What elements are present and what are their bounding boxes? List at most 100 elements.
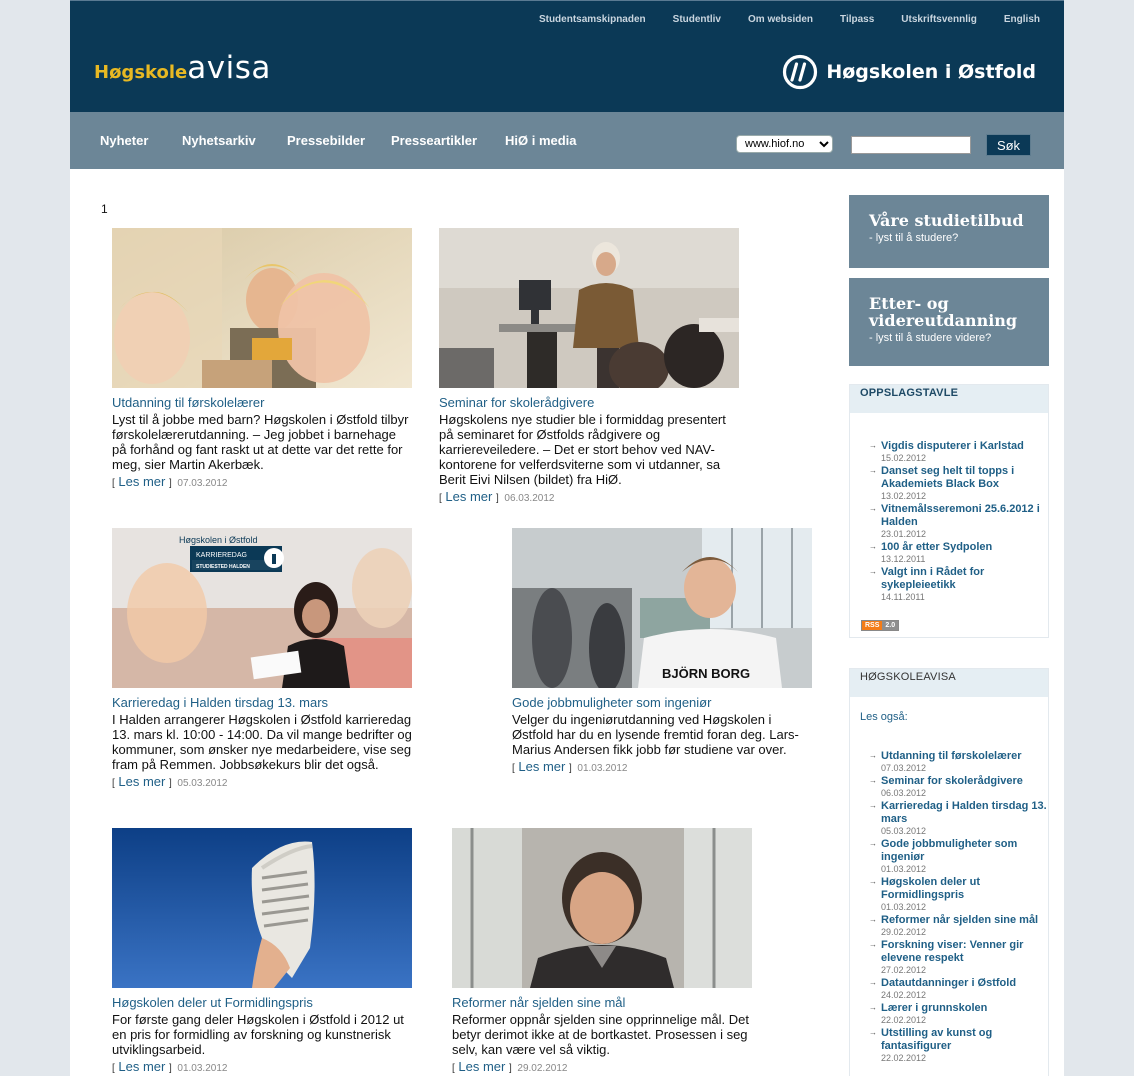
top-link-tilpass[interactable]: Tilpass	[840, 14, 874, 25]
article-description: Reformer oppnår sjelden sine opprinnelig…	[452, 1012, 749, 1057]
list-item-link[interactable]: Gode jobbmuligheter som ingeniør	[881, 838, 1048, 864]
list-item-link[interactable]: Lærer i grunnskolen	[881, 1002, 1048, 1015]
article-meta: [ Les mer ] 06.03.2012	[439, 489, 555, 504]
list-item: → Vitnemålsseremoni 25.6.2012 i Halden 23.…	[850, 503, 1048, 540]
nav-item-nyheter[interactable]: Nyheter	[100, 133, 148, 148]
article-photo[interactable]	[452, 828, 752, 988]
institution-logo[interactable]: Høgskolen i Østfold	[782, 54, 1036, 90]
list-item-link[interactable]: Karrieredag i Halden tirsdag 13. mars	[881, 800, 1048, 826]
article-description: I Halden arrangerer Høgskolen i Østfold …	[112, 712, 412, 772]
site-header: Høgskoleavisa Høgskolen i Østfold	[70, 30, 1064, 112]
list-item-link[interactable]: Utstilling av kunst og fantasifigurer	[881, 1027, 1048, 1053]
article-card: Høgskolen i Østfold KARRIEREDAG STUDIEST…	[112, 528, 412, 789]
read-more-link[interactable]: Les mer	[458, 1059, 505, 1074]
arrow-icon: →	[869, 1028, 877, 1037]
list-item-date: 23.01.2012	[881, 529, 927, 539]
read-more-link[interactable]: Les mer	[518, 759, 565, 774]
list-item-link[interactable]: Danset seg helt til topps i Akademiets B…	[881, 465, 1048, 491]
nav-item-hio-i-media[interactable]: HiØ i media	[505, 133, 577, 148]
article-description: Høgskolens nye studier ble i formiddag p…	[439, 412, 726, 487]
search-input[interactable]	[851, 136, 971, 154]
read-more-link[interactable]: Les mer	[118, 774, 165, 789]
oppslagstavle-heading: OPPSLAGSTAVLE	[850, 385, 1048, 413]
article-photo[interactable]	[112, 228, 412, 388]
list-item-link[interactable]: Datautdanninger i Østfold	[881, 977, 1048, 990]
list-item-date: 01.03.2012	[881, 864, 927, 874]
top-link-studentsamskipnaden[interactable]: Studentsamskipnaden	[539, 14, 646, 25]
karrieredag-sign-sub: STUDIESTED HALDEN	[196, 564, 250, 570]
article-card: Reformer når sjelden sine mål Reformer o…	[452, 828, 752, 1074]
article-date: 05.03.2012	[177, 778, 228, 789]
article-meta: [ Les mer ] 07.03.2012	[112, 474, 228, 489]
hogskoleavisa-logo[interactable]: Høgskoleavisa	[94, 50, 271, 86]
list-item-link[interactable]: Vigdis disputerer i Karlstad	[881, 440, 1048, 453]
article-title-link[interactable]: Reformer når sjelden sine mål	[452, 995, 752, 1010]
read-more-link[interactable]: Les mer	[118, 1059, 165, 1074]
page-number[interactable]: 1	[101, 202, 108, 216]
article-title-link[interactable]: Gode jobbmuligheter som ingeniør	[512, 695, 812, 710]
rss-feed-badge[interactable]: RSS 2.0	[861, 620, 900, 631]
list-item: → Karrieredag i Halden tirsdag 13. mars 05…	[850, 800, 1048, 837]
list-item-date: 14.11.2011	[881, 592, 925, 602]
article-photo[interactable]: Høgskolen i Østfold KARRIEREDAG STUDIEST…	[112, 528, 412, 688]
list-item-link[interactable]: Høgskolen deler ut Formidlingspris	[881, 876, 1048, 902]
arrow-icon: →	[869, 940, 877, 949]
list-item: → Lærer i grunnskolen 22.02.2012	[850, 1002, 1048, 1026]
list-item-link[interactable]: Seminar for skolerådgivere	[881, 775, 1048, 788]
list-item-link[interactable]: Reformer når sjelden sine mål	[881, 914, 1048, 927]
list-item-date: 27.02.2012	[881, 965, 927, 975]
promo-studietilbud[interactable]: Våre studietilbud - lyst til å studere?	[849, 195, 1049, 268]
list-item-link[interactable]: Vitnemålsseremoni 25.6.2012 i Halden	[881, 503, 1048, 529]
list-item-link[interactable]: Utdanning til førskolelærer	[881, 750, 1048, 763]
article-title-link[interactable]: Utdanning til førskolelærer	[112, 395, 412, 410]
list-item: → Forskning viser: Venner gir elevene res…	[850, 939, 1048, 976]
logo-suffix: avisa	[187, 50, 271, 86]
article-description: Velger du ingeniørutdanning ved Høgskole…	[512, 712, 799, 757]
main-nav: Nyheter Nyhetsarkiv Pressebilder Pressea…	[70, 112, 1064, 169]
arrow-icon: →	[869, 776, 877, 785]
article-card: Utdanning til førskolelærer Lyst til å j…	[112, 228, 412, 489]
article-title-link[interactable]: Høgskolen deler ut Formidlingspris	[112, 995, 412, 1010]
nav-item-presseartikler[interactable]: Presseartikler	[391, 133, 477, 148]
list-item-link[interactable]: Forskning viser: Venner gir elevene resp…	[881, 939, 1048, 965]
children-photo-image	[112, 228, 412, 388]
article-title-link[interactable]: Seminar for skolerådgivere	[439, 395, 739, 410]
list-item: → Danset seg helt til topps i Akademiets …	[850, 465, 1048, 502]
list-item: → Vigdis disputerer i Karlstad 15.02.2012	[850, 440, 1048, 464]
article-photo[interactable]	[439, 228, 739, 388]
read-more-link[interactable]: Les mer	[118, 474, 165, 489]
list-item-date: 22.02.2012	[881, 1053, 927, 1063]
list-item: → Reformer når sjelden sine mål 29.02.2012	[850, 914, 1048, 938]
article-meta: [ Les mer ] 01.03.2012	[512, 759, 628, 774]
article-date: 01.03.2012	[577, 763, 628, 774]
promo-videreutdanning[interactable]: Etter- og videreutdanning - lyst til å s…	[849, 278, 1049, 366]
nav-item-nyhetsarkiv[interactable]: Nyhetsarkiv	[182, 133, 256, 148]
hiof-emblem-icon	[783, 54, 818, 90]
shirt-print-text: BJÖRN BORG	[662, 666, 750, 681]
search-button[interactable]: Søk	[986, 134, 1031, 156]
nav-item-pressebilder[interactable]: Pressebilder	[287, 133, 365, 148]
les-ogsa-label: Les også:	[860, 711, 908, 723]
site-select[interactable]: www.hiof.no	[736, 135, 833, 153]
top-link-utskriftsvennlig[interactable]: Utskriftsvennlig	[901, 14, 977, 25]
rss-version: 2.0	[882, 621, 899, 630]
top-link-english[interactable]: English	[1004, 14, 1040, 25]
read-more-link[interactable]: Les mer	[445, 489, 492, 504]
list-item-link[interactable]: 100 år etter Sydpolen	[881, 541, 1048, 554]
list-item-date: 13.12.2011	[881, 554, 926, 564]
article-card: Seminar for skolerådgivere Høgskolens ny…	[439, 228, 739, 504]
article-photo[interactable]	[112, 828, 412, 988]
top-link-om-websiden[interactable]: Om websiden	[748, 14, 813, 25]
article-photo[interactable]: BJÖRN BORG	[512, 528, 812, 688]
arrow-icon: →	[869, 504, 877, 513]
hogskoleavisa-heading: HØGSKOLEAVISA	[850, 669, 1048, 697]
karrieredag-photo-image: Høgskolen i Østfold KARRIEREDAG STUDIEST…	[112, 528, 412, 688]
list-item-date: 01.03.2012	[881, 902, 927, 912]
arrow-icon: →	[869, 915, 877, 924]
article-title-link[interactable]: Karrieredag i Halden tirsdag 13. mars	[112, 695, 412, 710]
list-item-date: 07.03.2012	[881, 763, 927, 773]
list-item-date: 13.02.2012	[881, 491, 927, 501]
list-item-link[interactable]: Valgt inn i Rådet for sykepleieetikk	[881, 566, 1048, 592]
rss-icon: RSS	[862, 621, 883, 630]
top-link-studentliv[interactable]: Studentliv	[673, 14, 721, 25]
